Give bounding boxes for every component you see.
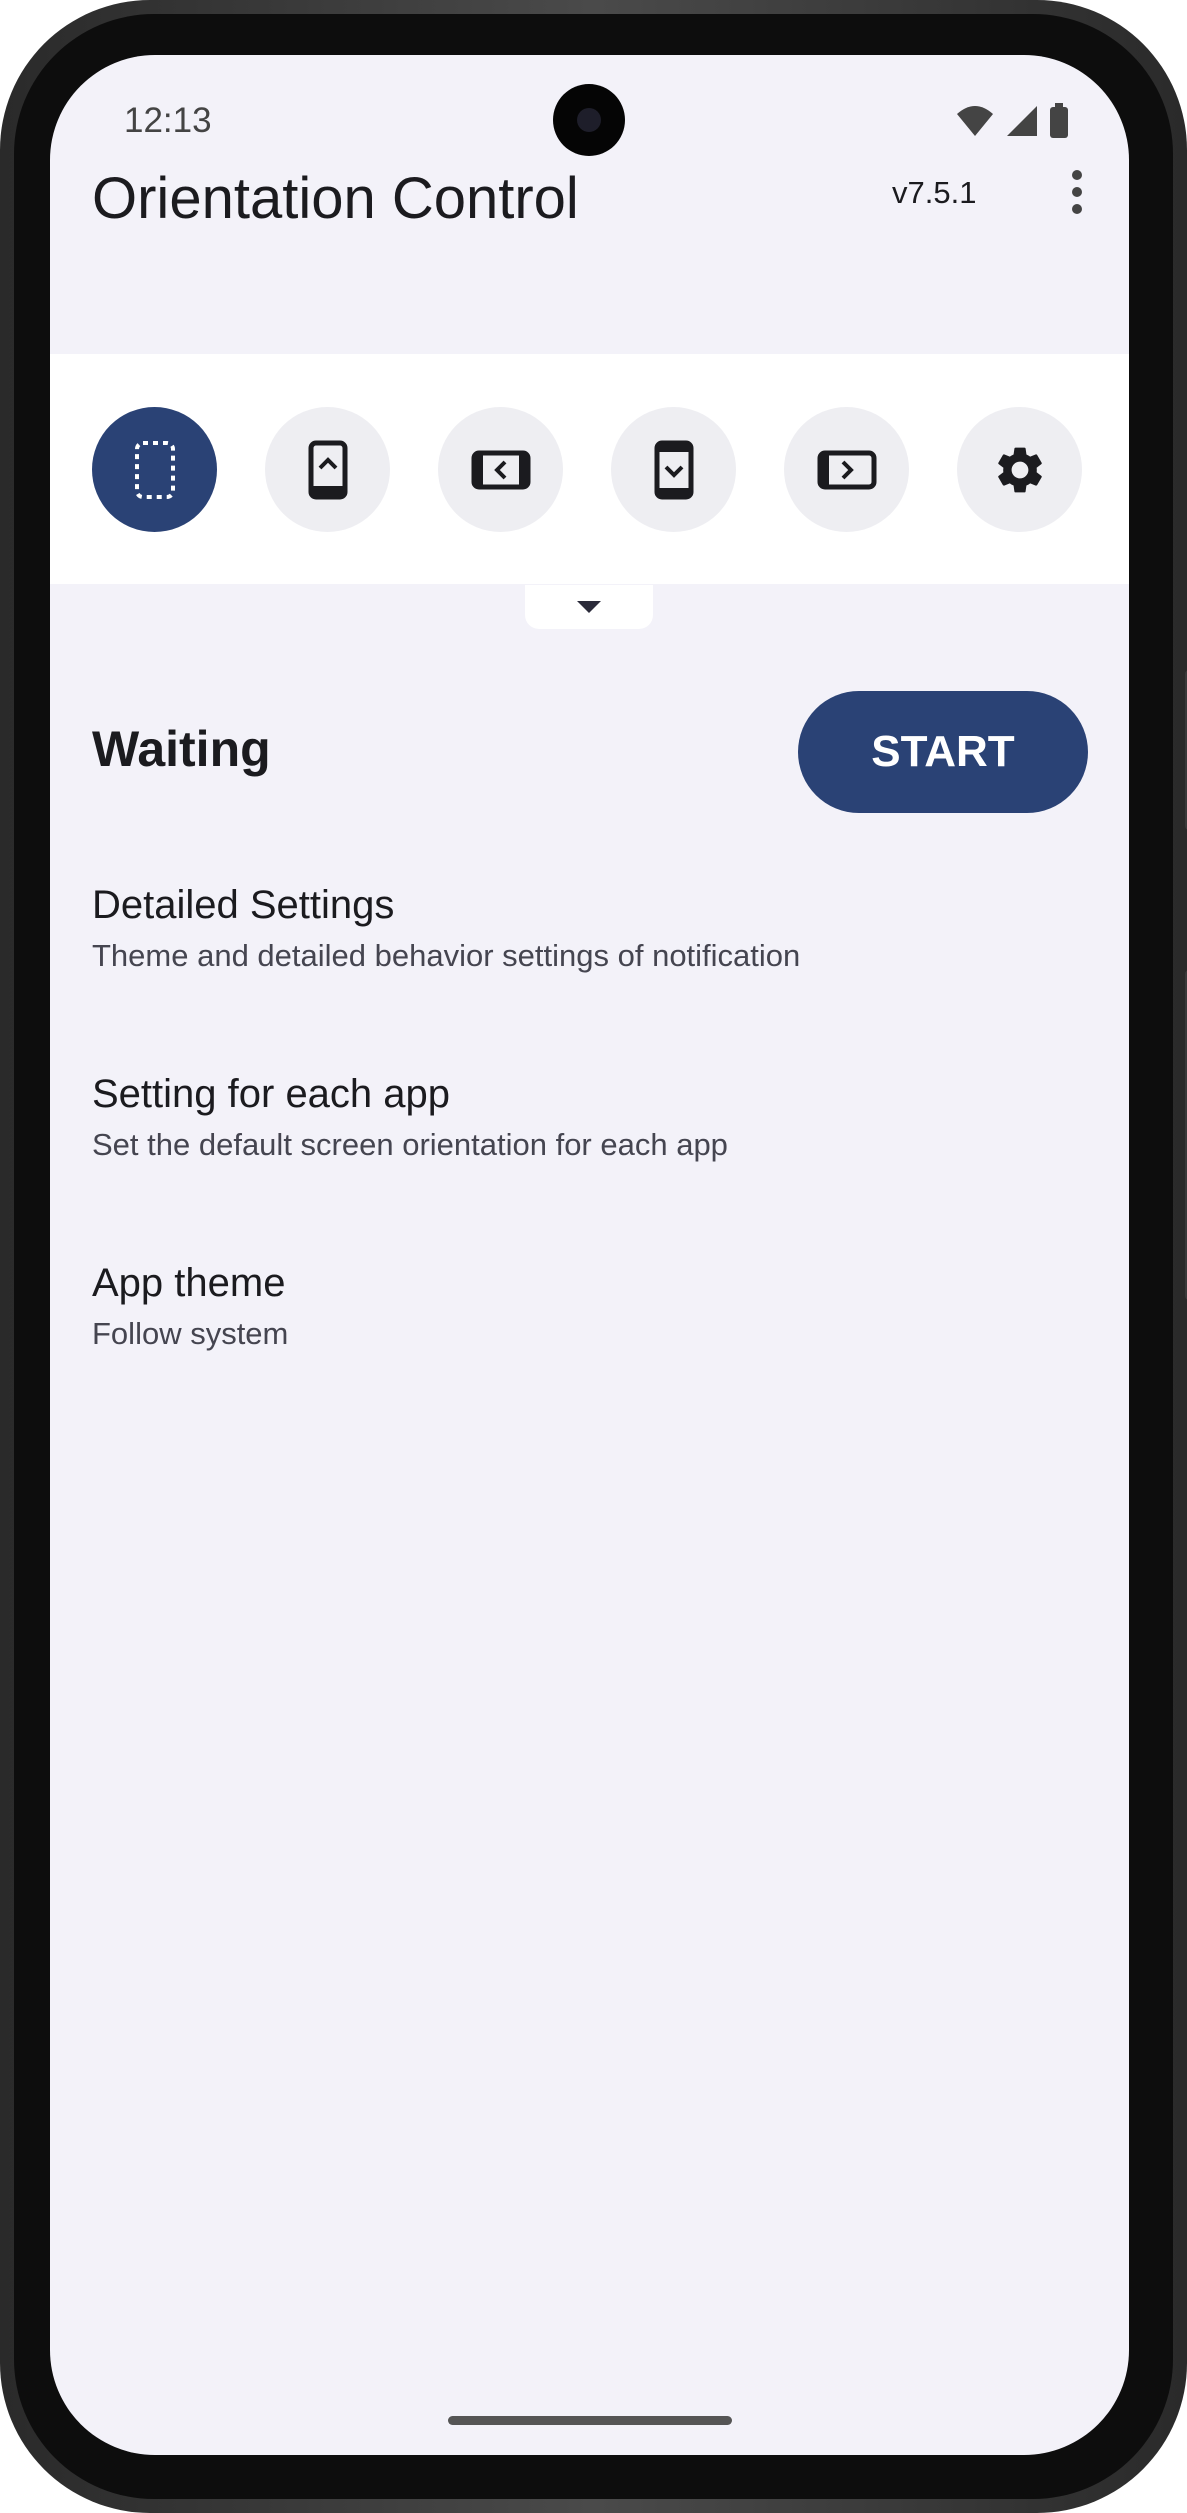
phone-landscape-right-icon <box>817 450 876 489</box>
landscape-orientation-button[interactable] <box>438 407 563 532</box>
setting-title: App theme <box>92 1261 286 1305</box>
more-options-button[interactable] <box>1052 157 1102 227</box>
wifi-icon <box>957 106 993 136</box>
front-camera <box>553 84 625 156</box>
unspecified-orientation-button[interactable] <box>92 407 217 532</box>
status-time: 12:13 <box>124 101 212 140</box>
app-theme-item[interactable]: App theme Follow system <box>92 1261 1072 1352</box>
phone-landscape-left-icon <box>471 450 530 489</box>
more-vert-icon <box>1072 170 1082 180</box>
phone-frame: 12:13 Orientation Control v7.5.1 Waiting… <box>0 0 1187 2513</box>
collapse-toggle[interactable] <box>525 585 653 629</box>
reverse-portrait-orientation-button[interactable] <box>611 407 736 532</box>
phone-portrait-up-icon <box>308 440 347 499</box>
signal-icon <box>1007 106 1037 136</box>
setting-subtitle: Set the default screen orientation for e… <box>92 1127 728 1162</box>
setting-title: Setting for each app <box>92 1072 451 1116</box>
detailed-settings-item[interactable]: Detailed Settings Theme and detailed beh… <box>92 883 1072 974</box>
per-app-settings-item[interactable]: Setting for each app Set the default scr… <box>92 1072 1072 1163</box>
service-status: Waiting <box>92 721 271 777</box>
start-button[interactable]: START <box>798 691 1088 813</box>
gear-icon <box>997 447 1042 492</box>
portrait-orientation-button[interactable] <box>265 407 390 532</box>
status-icons <box>955 103 1069 139</box>
settings-button[interactable] <box>957 407 1082 532</box>
battery-icon <box>1050 103 1068 138</box>
dashed-phone-icon <box>134 440 175 499</box>
caret-down-icon <box>577 601 601 613</box>
version-label: v7.5.1 <box>892 175 977 210</box>
setting-subtitle: Follow system <box>92 1316 289 1351</box>
reverse-landscape-orientation-button[interactable] <box>784 407 909 532</box>
setting-title: Detailed Settings <box>92 883 395 927</box>
app-title: Orientation Control <box>92 166 579 231</box>
orientation-toolbar <box>50 354 1129 584</box>
setting-subtitle: Theme and detailed behavior settings of … <box>92 938 801 973</box>
home-indicator[interactable] <box>448 2416 732 2425</box>
phone-portrait-down-icon <box>654 440 693 499</box>
screen: 12:13 Orientation Control v7.5.1 Waiting… <box>50 55 1129 2455</box>
